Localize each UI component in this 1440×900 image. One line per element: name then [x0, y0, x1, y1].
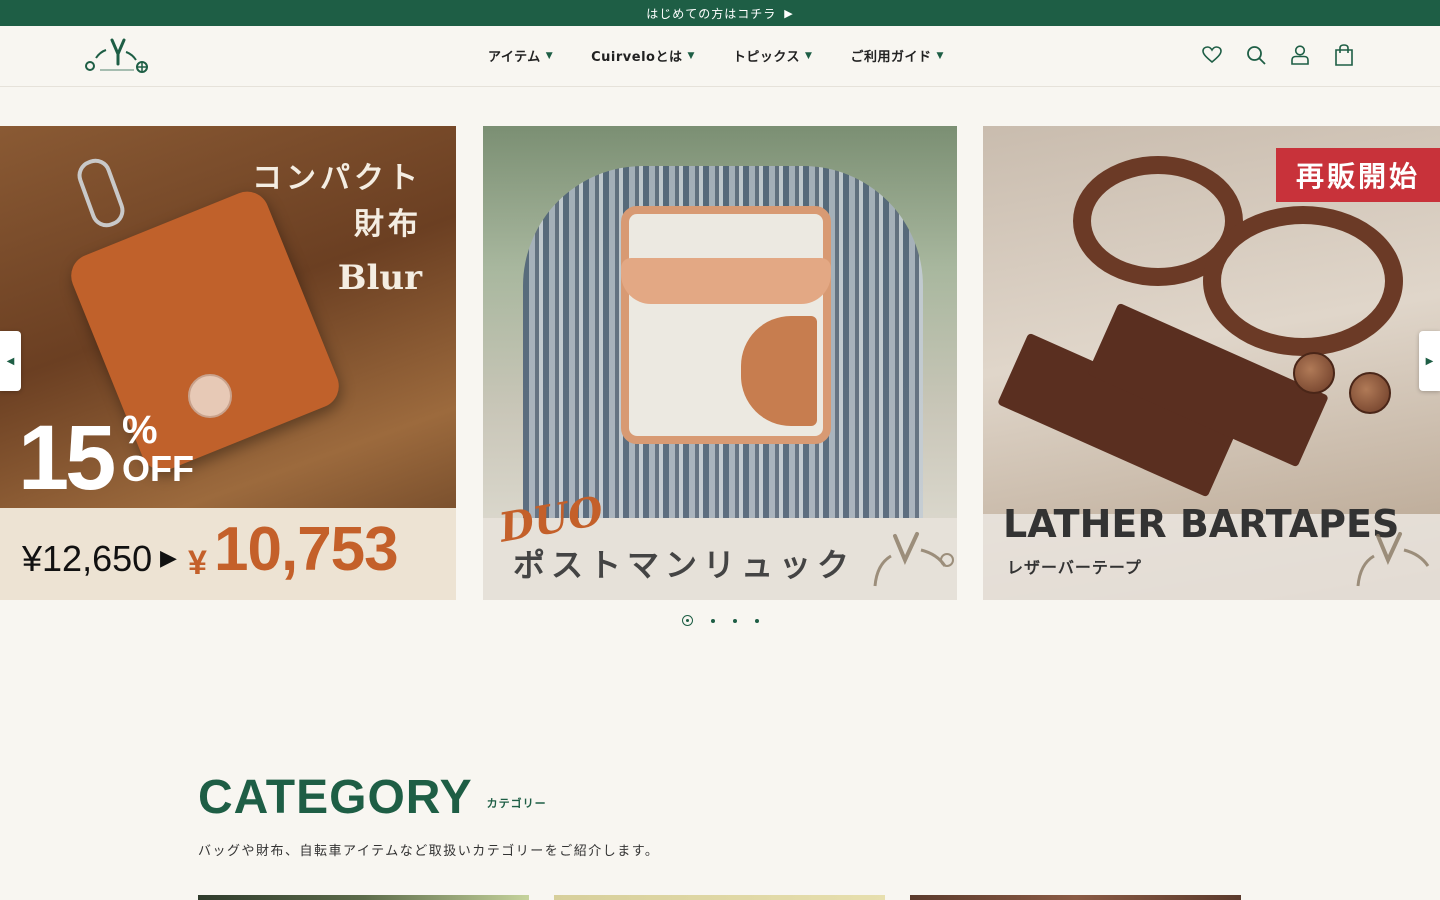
slide-subtitle: レザーバーテープ — [1007, 558, 1142, 577]
category-heading: CATEGORY カテゴリー — [198, 770, 547, 825]
tape-roll-image — [1203, 206, 1403, 356]
section-subtitle: カテゴリー — [486, 797, 547, 810]
wallet-button-image — [188, 374, 232, 418]
slide-wallet-blur[interactable]: コンパクト 財布 Blur 15 % OFF ¥12,650 ▶ ¥ 10,75… — [0, 126, 456, 600]
slide-title: LATHER BARTAPES — [1003, 502, 1400, 546]
bar-end-plug-image — [1293, 352, 1335, 394]
nav-item-label: ご利用ガイド — [850, 50, 932, 65]
user-icon[interactable] — [1290, 44, 1310, 66]
cuirvelo-watermark-icon — [873, 532, 954, 587]
product-name: Blur — [337, 258, 422, 298]
category-card[interactable] — [910, 895, 1241, 900]
bar-end-plug-image — [1349, 372, 1391, 414]
site-logo[interactable] — [82, 34, 152, 76]
cuirvelo-logo-icon — [85, 38, 148, 73]
search-icon[interactable] — [1246, 44, 1266, 66]
price-arrow-icon: ▶ — [160, 546, 177, 571]
nav-item-label: トピックス — [732, 50, 801, 65]
announcement-text[interactable]: はじめての方はコチラ — [646, 5, 776, 22]
slider-dot[interactable] — [733, 618, 737, 623]
slider-prev-button[interactable]: ◀ — [0, 331, 21, 391]
slider-dot-active[interactable] — [682, 615, 693, 626]
old-price: ¥12,650 — [22, 538, 153, 579]
discount-off: OFF — [122, 448, 194, 489]
caret-down-icon: ▼ — [936, 50, 944, 61]
slider-dot[interactable] — [711, 618, 715, 623]
nav-item-items[interactable]: アイテム ▼ — [488, 46, 553, 65]
nav-item-guide[interactable]: ご利用ガイド ▼ — [850, 46, 943, 65]
discount-number: 15 — [18, 407, 116, 509]
caret-down-icon: ▼ — [687, 50, 695, 61]
category-card[interactable] — [198, 895, 529, 900]
slide-title: コンパクト 財布 — [252, 156, 422, 248]
play-arrow-icon: ▶ — [784, 6, 794, 20]
nav-item-label: Cuirveloとは — [591, 50, 683, 65]
slider-next-button[interactable]: ▶ — [1419, 331, 1440, 391]
restock-badge: 再販開始 — [1276, 148, 1440, 202]
discount-percent: % — [122, 408, 158, 452]
heart-icon[interactable] — [1202, 44, 1222, 66]
new-price: 10,753 — [214, 515, 399, 584]
caret-down-icon: ▼ — [805, 50, 813, 61]
main-nav: アイテム ▼ Cuirveloとは ▼ トピックス ▼ ご利用ガイド ▼ — [488, 46, 982, 65]
rucksack-flap-image — [621, 258, 831, 304]
slide-leather-bartapes[interactable]: 再販開始 LATHER BARTAPES レザーバーテープ — [983, 126, 1440, 600]
announcement-bar[interactable]: はじめての方はコチラ ▶ — [0, 0, 1440, 26]
section-title: CATEGORY — [198, 771, 473, 824]
nav-item-label: アイテム — [488, 50, 541, 65]
section-description: バッグや財布、自転車アイテムなど取扱いカテゴリーをご紹介します。 — [198, 844, 660, 859]
caret-down-icon: ▼ — [545, 50, 554, 61]
slider-dot[interactable] — [755, 618, 759, 623]
category-cards — [198, 895, 1241, 900]
triangle-right-icon: ▶ — [1425, 355, 1434, 367]
cuirvelo-watermark-icon — [1356, 532, 1430, 587]
key-clip-image — [73, 154, 129, 232]
bag-icon[interactable] — [1334, 44, 1354, 66]
yen-symbol: ¥ — [188, 544, 207, 582]
category-card[interactable] — [554, 895, 885, 900]
nav-item-about[interactable]: Cuirveloとは ▼ — [591, 46, 695, 65]
triangle-left-icon: ◀ — [6, 355, 15, 367]
price-band: ¥12,650 ▶ ¥ 10,753 — [0, 508, 456, 600]
slider-pagination — [682, 615, 759, 626]
header-icons — [1202, 44, 1354, 66]
slide-title: ポストマンリュック — [513, 546, 856, 584]
slide-title-line1: コンパクト — [252, 161, 422, 196]
slide-title-line2: 財布 — [354, 207, 422, 242]
hero-slider[interactable]: コンパクト 財布 Blur 15 % OFF ¥12,650 ▶ ¥ 10,75… — [0, 126, 1440, 600]
slide-postman-rucksack[interactable]: DUO ポストマンリュック — [483, 126, 957, 600]
site-header: アイテム ▼ Cuirveloとは ▼ トピックス ▼ ご利用ガイド ▼ — [0, 26, 1440, 87]
nav-item-topics[interactable]: トピックス ▼ — [733, 46, 813, 65]
